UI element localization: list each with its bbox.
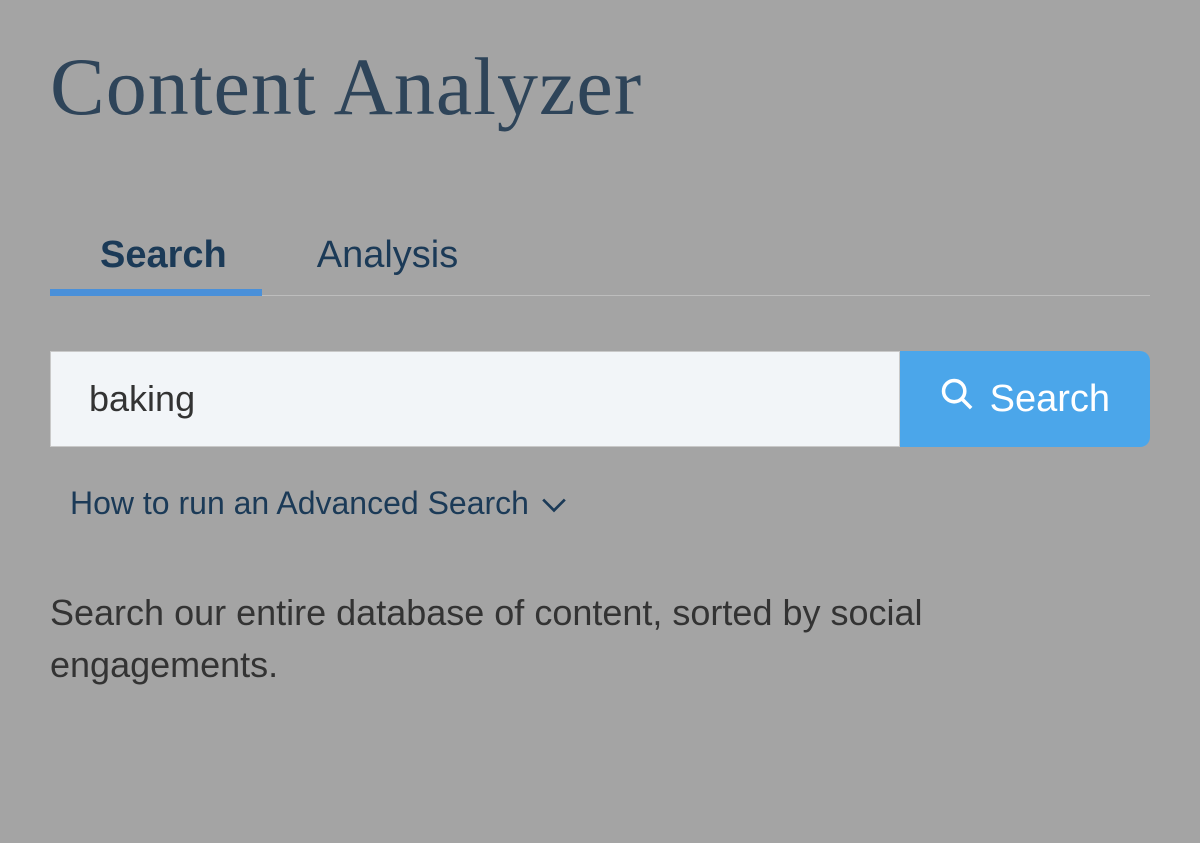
tab-analysis[interactable]: Analysis xyxy=(317,234,459,295)
advanced-search-label: How to run an Advanced Search xyxy=(70,485,529,522)
tabs-row: Search Analysis xyxy=(50,234,1150,296)
chevron-down-icon xyxy=(541,485,567,522)
page-title: Content Analyzer xyxy=(50,40,1150,134)
search-icon xyxy=(940,377,974,421)
advanced-search-link[interactable]: How to run an Advanced Search xyxy=(70,485,567,522)
search-input[interactable] xyxy=(50,351,900,447)
description-text: Search our entire database of content, s… xyxy=(50,587,1150,691)
search-button[interactable]: Search xyxy=(900,351,1150,447)
search-bar: Search xyxy=(50,351,1150,447)
tab-search[interactable]: Search xyxy=(100,234,227,295)
search-button-label: Search xyxy=(990,378,1110,421)
